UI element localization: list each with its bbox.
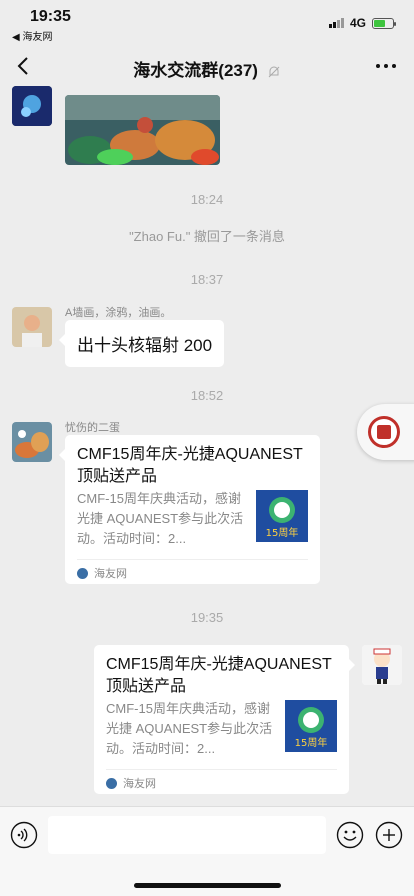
timestamp: 18:37 bbox=[190, 272, 224, 287]
coral-image-message[interactable] bbox=[65, 95, 220, 165]
avatar[interactable] bbox=[12, 307, 52, 347]
timestamp: 18:24 bbox=[190, 192, 224, 207]
status-indicators: 4G bbox=[328, 16, 396, 30]
card-title: CMF15周年庆-光捷AQUANEST顶贴送产品 bbox=[106, 656, 332, 695]
text-message-bubble[interactable]: 出十头核辐射 200 bbox=[58, 320, 225, 367]
card-title: CMF15周年庆-光捷AQUANEST顶贴送产品 bbox=[77, 446, 303, 485]
cartoon-avatar-icon bbox=[362, 645, 402, 685]
card-thumbnail: 15周年 bbox=[256, 490, 308, 542]
avatar[interactable] bbox=[12, 86, 52, 126]
card-source: 海友网 bbox=[77, 565, 127, 581]
aquarium-avatar-icon bbox=[12, 422, 52, 462]
card-source: 海友网 bbox=[106, 775, 156, 791]
chat-title-text: 海水交流群(237) bbox=[133, 61, 258, 80]
back-to-app-link[interactable]: ◀ 海友网 bbox=[12, 28, 52, 43]
sender-name: A墙画，涂鸦，油画。 bbox=[65, 307, 172, 319]
card-source-name: 海友网 bbox=[123, 778, 156, 790]
card-thumbnail: 15周年 bbox=[285, 700, 337, 752]
sender-name: 忧伤的二蛋 bbox=[65, 422, 120, 434]
floating-seal-button[interactable] bbox=[357, 404, 414, 460]
network-label: 4G bbox=[349, 16, 366, 30]
emoji-icon[interactable] bbox=[336, 821, 364, 849]
bell-slash-icon bbox=[268, 66, 280, 77]
card-source-name: 海友网 bbox=[94, 568, 127, 580]
signal-icon bbox=[328, 18, 344, 28]
coral-photo bbox=[65, 95, 220, 165]
link-card-message[interactable]: CMF15周年庆-光捷AQUANEST顶贴送产品 CMF-15周年庆典活动，感谢… bbox=[59, 435, 320, 584]
link-card-message[interactable]: CMF15周年庆-光捷AQUANEST顶贴送产品 CMF-15周年庆典活动，感谢… bbox=[94, 645, 355, 794]
plus-circle-icon[interactable] bbox=[375, 821, 403, 849]
card-divider bbox=[106, 769, 337, 770]
source-logo-icon bbox=[106, 777, 117, 789]
nav-bar: 海水交流群(237) bbox=[0, 44, 414, 90]
status-bar: 19:35 ◀ 海友网 4G bbox=[0, 0, 414, 44]
home-indicator[interactable] bbox=[134, 883, 281, 888]
message-input[interactable] bbox=[48, 816, 326, 854]
more-dots-icon[interactable] bbox=[374, 56, 398, 76]
card-description: CMF-15周年庆典活动，感谢光捷 AQUANEST参与此次活动。活动时间：2.… bbox=[77, 491, 244, 546]
anniversary-logo-icon: 15周年 bbox=[285, 700, 337, 752]
thumb-label: 15周年 bbox=[295, 736, 328, 749]
card-divider bbox=[77, 559, 308, 560]
person-avatar-icon bbox=[12, 307, 52, 347]
my-avatar[interactable] bbox=[362, 645, 402, 685]
card-description: CMF-15周年庆典活动，感谢光捷 AQUANEST参与此次活动。活动时间：2.… bbox=[106, 701, 273, 756]
avatar[interactable] bbox=[12, 422, 52, 462]
chat-title: 海水交流群(237) bbox=[0, 56, 414, 81]
seal-icon bbox=[368, 416, 400, 448]
thumb-label: 15周年 bbox=[266, 526, 299, 539]
voice-icon[interactable] bbox=[10, 821, 38, 849]
battery-icon bbox=[372, 17, 396, 29]
anniversary-logo-icon: 15周年 bbox=[256, 490, 308, 542]
status-time: 19:35 bbox=[30, 8, 71, 25]
source-logo-icon bbox=[77, 567, 88, 579]
input-bar bbox=[0, 806, 414, 896]
timestamp: 18:52 bbox=[190, 388, 224, 403]
timestamp: 19:35 bbox=[190, 610, 224, 625]
aquarium-avatar-icon bbox=[12, 86, 52, 126]
recall-notice: "Zhao Fu." 撤回了一条消息 bbox=[129, 229, 285, 244]
